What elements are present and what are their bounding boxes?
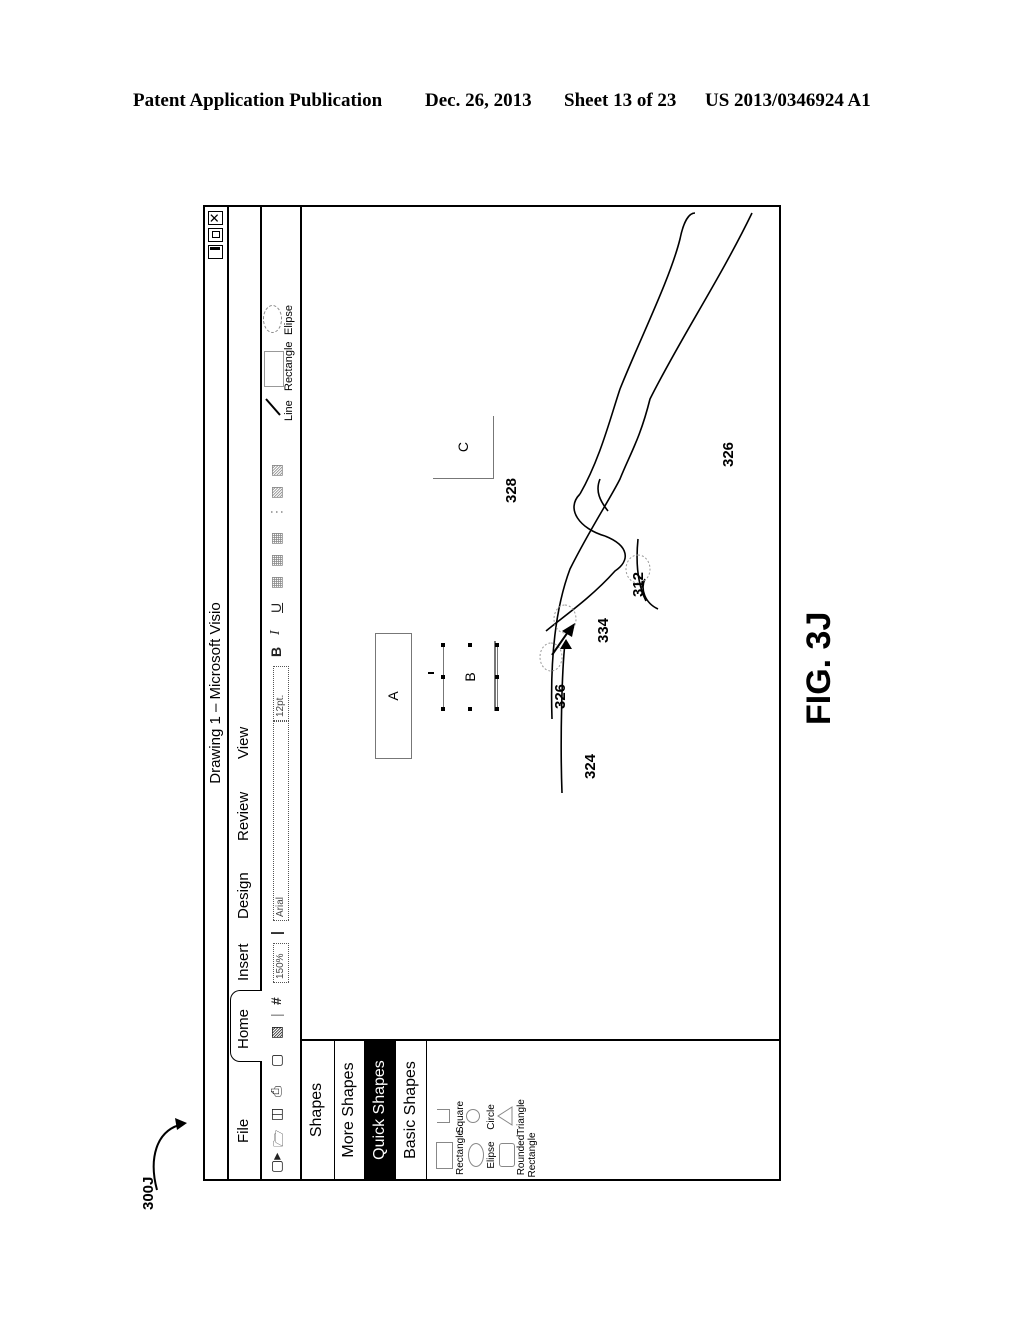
ref-326-upper: 326	[720, 441, 737, 467]
visio-window: Drawing 1 – Microsoft Visio ✕ File Home …	[203, 205, 781, 1181]
line-shape-icon[interactable]	[264, 395, 284, 419]
ribbon-tabs: File Home Insert Design Review View	[227, 207, 262, 1179]
align-left-icon[interactable]: ▦	[268, 576, 285, 589]
figure-ref-arrow-icon	[152, 1118, 187, 1191]
bullets-icon[interactable]: ⋮	[268, 505, 285, 519]
ellipse-shape-label: Elipse	[283, 305, 295, 335]
title-bar: Drawing 1 – Microsoft Visio ✕	[205, 207, 229, 1179]
hand-gesture-illustration	[539, 212, 753, 794]
align-center-icon[interactable]: ▦	[268, 554, 285, 567]
ref-328: 328	[503, 477, 520, 503]
square-item-label: Square	[455, 1100, 466, 1134]
decrease-indent-icon[interactable]: ▧	[268, 486, 285, 499]
shapes-panel: Shapes More Shapes Quick Shapes Basic Sh…	[300, 1039, 779, 1179]
publication-label: Patent Application Publication	[133, 90, 383, 111]
ellipse-shape-icon[interactable]	[263, 305, 282, 333]
minimize-icon[interactable]	[208, 245, 223, 259]
tab-home[interactable]: Home	[235, 1009, 252, 1049]
maximize-icon[interactable]	[208, 228, 223, 242]
triangle-item-icon[interactable]	[496, 1105, 514, 1127]
ellipse-item-icon[interactable]	[468, 1143, 484, 1167]
ref-334: 334	[595, 617, 612, 643]
grid-icon[interactable]: #	[268, 997, 284, 1005]
category-quick-shapes[interactable]: Quick Shapes	[365, 1041, 396, 1179]
increase-indent-icon[interactable]: ▧	[268, 464, 285, 477]
drawing-canvas[interactable]: A B C 328 326 312 334 326 324	[300, 207, 779, 1039]
paste-icon[interactable]: ▢	[268, 1054, 285, 1067]
font-select[interactable]: Arial	[273, 721, 289, 921]
window-title: Drawing 1 – Microsoft Visio	[207, 602, 224, 784]
square-item-icon[interactable]	[437, 1109, 450, 1123]
publication-date: Dec. 26, 2013	[425, 90, 532, 111]
align-right-icon[interactable]: ▦	[268, 532, 285, 545]
tab-review[interactable]: Review	[235, 792, 252, 841]
font-size-select[interactable]: 12pt.	[273, 666, 289, 721]
ref-324: 324	[582, 753, 599, 779]
circle-item-icon[interactable]	[466, 1109, 480, 1123]
touch-point-start	[539, 642, 563, 672]
triangle-item-label: Triangle	[516, 1099, 527, 1135]
bold-button[interactable]: B	[268, 647, 284, 657]
rectangle-shape-icon[interactable]	[264, 351, 284, 387]
shapes-panel-title: Shapes	[300, 1041, 335, 1179]
ref-326-lower: 326	[552, 683, 569, 709]
save-icon[interactable]: ◫	[268, 1108, 285, 1121]
separator-icon: |	[268, 1013, 284, 1017]
tab-file[interactable]: File	[235, 1119, 252, 1143]
ellipse-item-label: Elipse	[486, 1141, 497, 1169]
category-more-shapes[interactable]: More Shapes	[335, 1041, 365, 1179]
toolbar: ▢▸ 🗁 ◫ ⎙ ▢ ▧ | # 150% | Arial 12pt. B I …	[260, 207, 302, 1179]
rectangle-item-icon[interactable]	[436, 1142, 453, 1169]
tab-design[interactable]: Design	[235, 872, 252, 919]
rounded-rectangle-item-icon[interactable]	[499, 1143, 515, 1167]
line-shape-label: Line	[283, 400, 295, 421]
figure-caption: FIG. 3J	[800, 611, 838, 725]
format-painter-icon[interactable]: ▧	[268, 1026, 285, 1039]
open-folder-icon[interactable]: 🗁	[268, 1130, 292, 1147]
print-icon[interactable]: ⎙	[268, 1086, 285, 1097]
font-value: Arial	[275, 896, 286, 917]
drag-arrowhead-icon	[562, 623, 575, 637]
patent-number: US 2013/0346924 A1	[705, 90, 871, 111]
ref-312: 312	[630, 571, 647, 597]
new-document-icon[interactable]: ▢▸	[268, 1153, 285, 1173]
rectangle-item-label: Rectangle	[455, 1129, 466, 1175]
tab-insert[interactable]: Insert	[235, 943, 252, 981]
separator-icon: |	[268, 931, 284, 935]
underline-button[interactable]: U	[268, 603, 284, 613]
sheet-number: Sheet 13 of 23	[564, 90, 677, 111]
category-basic-shapes[interactable]: Basic Shapes	[396, 1041, 427, 1179]
rectangle-shape-label: Rectangle	[283, 341, 295, 391]
zoom-select[interactable]: 150%	[273, 943, 289, 983]
close-icon[interactable]: ✕	[207, 211, 223, 225]
tab-view[interactable]: View	[235, 727, 252, 759]
italic-button[interactable]: I	[268, 630, 284, 635]
